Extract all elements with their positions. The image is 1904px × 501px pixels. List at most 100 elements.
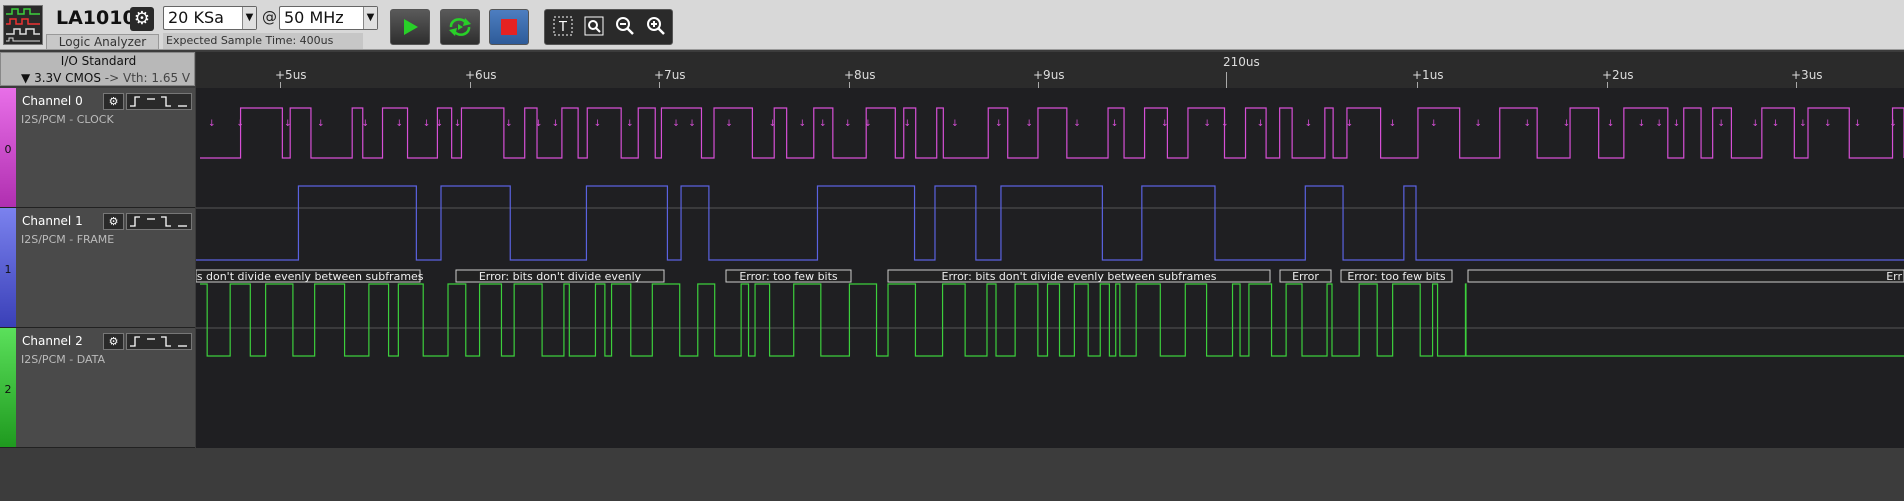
channel-2-waveform: [200, 283, 1904, 357]
gear-icon[interactable]: ⚙: [103, 93, 124, 110]
clock-edge-marker: ↓: [725, 119, 733, 129]
ruler-tick-label: +3us: [1791, 68, 1823, 82]
device-box: LA1010 ⚙ Logic Analyzer: [46, 4, 159, 50]
clock-edge-marker: ↓: [208, 119, 216, 129]
clock-edge-marker: ↓: [1772, 119, 1780, 129]
clock-edge-marker: ↓: [1111, 119, 1119, 129]
io-standard-voltage: 3.3V CMOS: [34, 71, 101, 85]
gear-icon[interactable]: ⚙: [103, 333, 124, 350]
clock-edge-marker: ↓: [1655, 119, 1663, 129]
channel-1-waveform: [196, 185, 1904, 261]
clock-edge-marker: ↓: [951, 119, 959, 129]
clock-edge-marker: ↓: [535, 119, 543, 129]
clock-edge-marker: ↓: [798, 119, 806, 129]
clock-edge-marker: ↓: [1563, 119, 1571, 129]
clock-edge-marker: ↓: [362, 119, 370, 129]
clock-edge-marker: ↓: [1221, 119, 1229, 129]
zoom-in-icon[interactable]: [644, 16, 668, 40]
text-tool-icon[interactable]: T: [551, 16, 575, 40]
clock-edge-marker: ↓: [594, 119, 602, 129]
trigger-edge-icons[interactable]: [126, 333, 192, 350]
channel-0-waveform: [200, 107, 1904, 159]
channel-2-controls: ⚙: [103, 333, 192, 350]
clock-edge-marker: ↓: [236, 119, 244, 129]
waveform-canvas[interactable]: ts don't divide evenly between subframes…: [192, 88, 1904, 448]
device-subtitle: Logic Analyzer: [46, 34, 159, 50]
chevron-down-icon: ▼: [363, 7, 377, 29]
ruler-tick-label: +2us: [1602, 68, 1634, 82]
channel-1-decoder: I2S/PCM - FRAME: [21, 233, 115, 246]
channel-2-header[interactable]: 2 Channel 2 I2S/PCM - DATA ⚙: [0, 328, 195, 448]
ruler-tick-label: +9us: [1033, 68, 1065, 82]
ruler-tick-label: +6us: [465, 68, 497, 82]
channel-2-name[interactable]: Channel 2: [22, 334, 83, 348]
clock-edge-marker: ↓: [864, 119, 872, 129]
clock-edge-marker: ↓: [1346, 119, 1354, 129]
io-standard-value[interactable]: ▼ 3.3V CMOS -> Vth: 1.65 V: [21, 71, 190, 85]
clock-edge-marker: ↓: [672, 119, 680, 129]
channel-1-header[interactable]: 1 Channel 1 I2S/PCM - FRAME ⚙: [0, 208, 195, 328]
run-button[interactable]: [390, 9, 430, 45]
io-standard-panel[interactable]: I/O Standard ▼ 3.3V CMOS -> Vth: 1.65 V: [0, 52, 195, 86]
clock-edge-marker: ↓: [423, 119, 431, 129]
trigger-edge-icons[interactable]: [126, 93, 192, 110]
clock-edge-marker: ↓: [1203, 119, 1211, 129]
channel-1-controls: ⚙: [103, 213, 192, 230]
clock-edge-marker: ↓: [626, 119, 634, 129]
time-ruler[interactable]: 210us +5us +6us +7us +8us +9us +1us +2us…: [196, 52, 1904, 88]
clock-edge-marker: ↓: [552, 119, 560, 129]
channel-1-name[interactable]: Channel 1: [22, 214, 83, 228]
channel-0-index: 0: [4, 143, 12, 156]
clock-edge-marker: ↓: [1673, 119, 1681, 129]
logo-icon[interactable]: [3, 5, 43, 45]
zoom-out-icon[interactable]: [613, 16, 637, 40]
io-standard-vth: -> Vth: 1.65 V: [104, 71, 191, 85]
waveform-plot[interactable]: ts don't divide evenly between subframes…: [192, 88, 1904, 448]
loop-icon: [449, 18, 471, 36]
trigger-edge-icons[interactable]: [126, 213, 192, 230]
decoder-label: Error: bits don't divide evenly: [479, 270, 642, 283]
clock-edge-marker: ↓: [436, 119, 444, 129]
clock-edge-marker: ↓: [1824, 119, 1832, 129]
empty-area: [0, 448, 1904, 501]
device-name: LA1010: [56, 7, 136, 29]
clock-edge-marker: ↓: [1752, 119, 1760, 129]
clock-edge-marker: ↓: [904, 119, 912, 129]
clock-edge-marker: ↓: [1161, 119, 1169, 129]
clock-edge-marker: ↓: [396, 119, 404, 129]
channel-2-decoder: I2S/PCM - DATA: [21, 353, 106, 366]
ruler-tick-label: +5us: [275, 68, 307, 82]
logic-analyzer-window: LA1010 ⚙ Logic Analyzer 20 KSa ▼ @ 50 MH…: [0, 0, 1904, 501]
zoom-region-icon[interactable]: [582, 16, 606, 40]
stop-button[interactable]: [489, 9, 529, 45]
channel-0-controls: ⚙: [103, 93, 192, 110]
toolbar: LA1010 ⚙ Logic Analyzer 20 KSa ▼ @ 50 MH…: [0, 0, 1904, 50]
clock-edge-marker: ↓: [1025, 119, 1033, 129]
sample-depth-select[interactable]: 20 KSa ▼: [163, 6, 257, 30]
clock-edge-marker: ↓: [1607, 119, 1615, 129]
clock-edge-marker: ↓: [454, 119, 462, 129]
channel-0-header[interactable]: 0 Channel 0 I2S/PCM - CLOCK ⚙: [0, 88, 195, 208]
clock-edge-marker: ↓: [1524, 119, 1532, 129]
ruler-center-label: 210us: [1223, 55, 1260, 69]
sample-depth-value: 20 KSa: [168, 8, 224, 27]
clock-edge-marker: ↓: [1389, 119, 1397, 129]
view-tools: T: [544, 9, 673, 45]
clock-edge-marker: ↓: [1073, 119, 1081, 129]
clock-edge-marker: ↓: [317, 119, 325, 129]
sample-rate-select[interactable]: 50 MHz ▼: [279, 6, 378, 30]
clock-edge-marker: ↓: [819, 119, 827, 129]
clock-edge-marker: ↓: [1430, 119, 1438, 129]
gear-icon[interactable]: ⚙: [130, 7, 154, 31]
loop-run-button[interactable]: [440, 9, 480, 45]
ruler-center-tick: [1226, 72, 1227, 88]
channel-0-name[interactable]: Channel 0: [22, 94, 83, 108]
clock-edge-marker: ↓: [995, 119, 1003, 129]
clock-edge-marker: ↓: [844, 119, 852, 129]
channel-1-index: 1: [4, 263, 12, 276]
clock-edge-marker: ↓: [1854, 119, 1862, 129]
gear-icon[interactable]: ⚙: [103, 213, 124, 230]
svg-text:T: T: [558, 20, 567, 35]
clock-edge-marker: ↓: [1889, 119, 1897, 129]
ruler-tick-label: +8us: [844, 68, 876, 82]
